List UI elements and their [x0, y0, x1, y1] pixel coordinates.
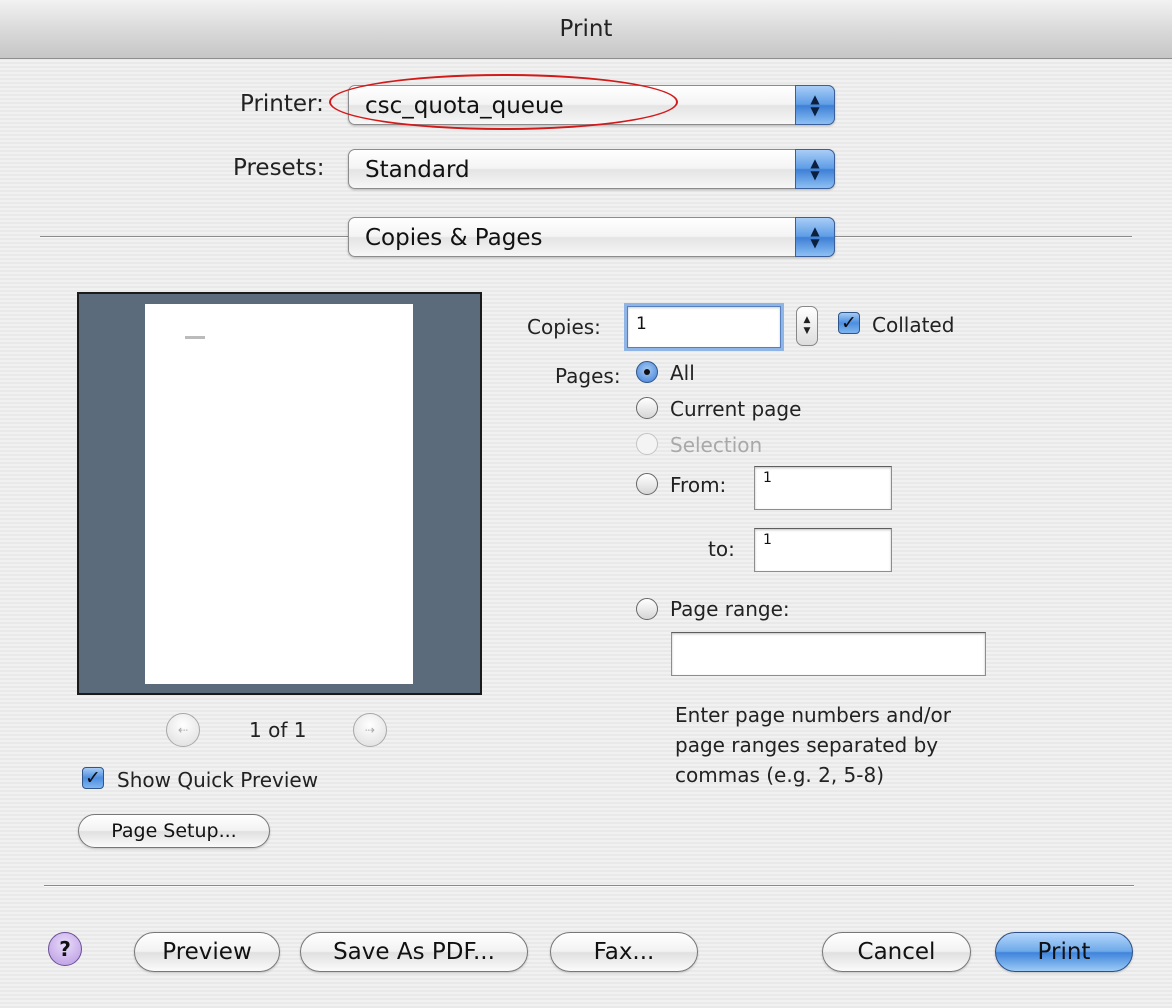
help-text-line-2: page ranges separated by [675, 733, 939, 757]
panel-popup[interactable]: Copies & Pages ▲ ▼ [348, 217, 835, 257]
preview-button[interactable]: Preview [134, 932, 280, 972]
updown-arrows-icon: ▲ ▼ [795, 217, 835, 257]
presets-label: Presets: [233, 155, 325, 181]
from-value: 1 [763, 470, 772, 486]
help-text-line-3: commas (e.g. 2, 5-8) [675, 763, 885, 787]
radio-selection-label: Selection [670, 433, 763, 457]
cancel-button[interactable]: Cancel [822, 932, 971, 972]
title-bar: Print [0, 0, 1172, 59]
checkmark-icon: ✓ [841, 312, 857, 334]
fax-button[interactable]: Fax... [550, 932, 698, 972]
radio-current-page-label: Current page [670, 397, 802, 421]
separator-left [40, 236, 348, 238]
radio-all-label: All [670, 361, 695, 385]
presets-popup[interactable]: Standard ▲ ▼ [348, 149, 835, 189]
bottom-separator [44, 885, 1134, 887]
printer-label: Printer: [240, 91, 324, 117]
to-field[interactable]: 1 [754, 528, 892, 572]
copies-label: Copies: [527, 315, 601, 339]
printer-value: csc_quota_queue [365, 93, 564, 119]
copies-value: 1 [636, 314, 647, 334]
to-label: to: [708, 537, 735, 561]
radio-from[interactable] [636, 473, 658, 495]
show-quick-preview-label: Show Quick Preview [117, 768, 319, 792]
copies-field[interactable]: 1 [627, 306, 781, 348]
presets-value: Standard [365, 157, 470, 183]
radio-page-range[interactable] [636, 598, 658, 620]
arrow-left-icon[interactable]: ⇠ [166, 713, 200, 747]
window-title: Print [559, 16, 613, 42]
collated-label: Collated [872, 313, 955, 337]
checkmark-icon: ✓ [85, 767, 101, 789]
radio-from-label: From: [670, 473, 727, 497]
from-field[interactable]: 1 [754, 466, 892, 510]
updown-arrows-icon: ▲ ▼ [795, 149, 835, 189]
radio-page-range-label: Page range: [670, 597, 790, 621]
help-text-line-1: Enter page numbers and/or [675, 703, 952, 727]
copies-stepper[interactable]: ▲ ▼ [796, 306, 818, 346]
save-as-pdf-button[interactable]: Save As PDF... [300, 932, 528, 972]
radio-selection [636, 433, 658, 455]
page-range-field[interactable] [671, 632, 986, 676]
pages-label: Pages: [555, 364, 621, 388]
page-indicator: 1 of 1 [249, 718, 307, 742]
print-button[interactable]: Print [995, 932, 1133, 972]
printer-popup[interactable]: csc_quota_queue ▲ ▼ [348, 85, 835, 125]
radio-all[interactable] [636, 361, 658, 383]
to-value: 1 [763, 532, 772, 548]
show-quick-preview-checkbox[interactable]: ✓ [82, 767, 104, 789]
quick-preview [77, 292, 482, 695]
page-setup-button[interactable]: Page Setup... [78, 814, 270, 848]
separator-right [835, 236, 1132, 238]
collated-checkbox[interactable]: ✓ [838, 312, 860, 334]
help-button[interactable]: ? [48, 932, 82, 966]
radio-current-page[interactable] [636, 397, 658, 419]
arrow-right-icon[interactable]: ⇢ [353, 713, 387, 747]
panel-value: Copies & Pages [365, 225, 543, 251]
preview-page [145, 304, 413, 684]
updown-arrows-icon: ▲ ▼ [795, 85, 835, 125]
